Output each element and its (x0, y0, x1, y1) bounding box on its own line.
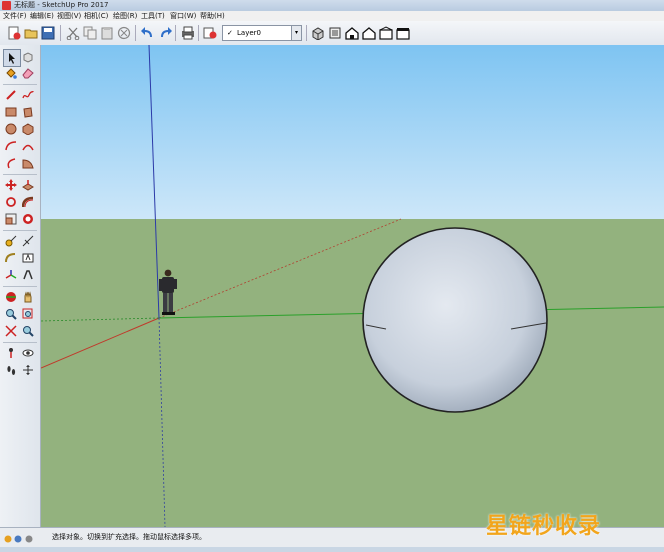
rectangle-icon[interactable] (3, 104, 19, 120)
rotated-rectangle-icon[interactable] (20, 104, 36, 120)
credits-icon (14, 535, 22, 543)
paste-icon[interactable] (98, 24, 115, 41)
menu-tools[interactable]: 工具(T) (141, 11, 165, 21)
sketchup-app-icon[interactable] (2, 1, 11, 10)
look-around-icon[interactable] (20, 345, 36, 361)
tool-palette (0, 45, 41, 527)
orbit-icon[interactable] (3, 289, 19, 305)
polygon-icon[interactable] (20, 121, 36, 137)
tape-measure-icon[interactable] (3, 233, 19, 249)
back-view-icon[interactable] (377, 24, 394, 41)
position-camera-icon[interactable] (3, 345, 19, 361)
layer-dropdown[interactable]: ✓ Layer0 ▾ (222, 25, 302, 41)
palette-separator (3, 342, 37, 343)
walk-footprints-icon[interactable] (3, 362, 19, 378)
window-title: 无标题 - SketchUp Pro 2017 (14, 1, 109, 9)
line-pencil-icon[interactable] (3, 87, 19, 103)
three-point-arc-icon[interactable] (3, 155, 19, 171)
open-folder-icon[interactable] (22, 24, 39, 41)
palette-separator (3, 230, 37, 231)
scene-canvas[interactable] (41, 45, 664, 527)
model-info-icon[interactable] (201, 24, 218, 41)
zoom-icon[interactable] (3, 306, 19, 322)
palette-separator (3, 286, 37, 287)
menu-file[interactable]: 文件(F) (3, 11, 27, 21)
model-viewport[interactable] (41, 45, 664, 527)
watermark-text: 星链秒收录 (486, 514, 602, 539)
text-tool-icon[interactable] (20, 250, 36, 266)
rotate-icon[interactable] (3, 194, 19, 210)
erase-icon[interactable] (115, 24, 132, 41)
section-plane-icon[interactable] (20, 362, 36, 378)
status-text: 选择对象。切换到扩充选择。拖动鼠标选择多项。 (52, 533, 206, 541)
geo-location-icon (4, 535, 12, 543)
copy-icon[interactable] (81, 24, 98, 41)
redo-icon[interactable] (156, 24, 173, 41)
layer-visible-check: ✓ (227, 29, 233, 37)
top-view-icon[interactable] (326, 24, 343, 41)
protractor-icon[interactable] (3, 250, 19, 266)
front-view-icon[interactable] (343, 24, 360, 41)
palette-separator (3, 84, 37, 85)
save-icon[interactable] (39, 24, 56, 41)
title-bar: 无标题 - SketchUp Pro 2017 (0, 0, 664, 11)
left-view-icon[interactable] (394, 24, 411, 41)
menu-help[interactable]: 帮助(H) (200, 11, 225, 21)
make-component-icon[interactable] (20, 49, 36, 65)
status-icons (4, 533, 40, 543)
push-pull-icon[interactable] (20, 177, 36, 193)
menu-bar: 文件(F) 编辑(E) 视图(V) 相机(C) 绘图(R) 工具(T) 窗口(W… (0, 11, 664, 21)
print-icon[interactable] (179, 24, 196, 41)
toolbar-separator (175, 25, 176, 41)
zoom-window-icon[interactable] (20, 306, 36, 322)
follow-me-icon[interactable] (20, 194, 36, 210)
undo-icon[interactable] (139, 24, 156, 41)
cut-icon[interactable] (64, 24, 81, 41)
axes-tool-icon[interactable] (3, 267, 19, 283)
previous-view-icon[interactable] (20, 323, 36, 339)
ground (41, 219, 664, 527)
eraser-icon[interactable] (20, 65, 36, 81)
menu-window[interactable]: 窗口(W) (170, 11, 196, 21)
scale-icon[interactable] (3, 211, 19, 227)
iso-view-icon[interactable] (309, 24, 326, 41)
zoom-extents-icon[interactable] (3, 323, 19, 339)
menu-camera[interactable]: 相机(C) (84, 11, 108, 21)
paint-bucket-icon[interactable] (3, 65, 19, 81)
toolbar-separator (60, 25, 61, 41)
main-toolbar: ✓ Layer0 ▾ (0, 21, 664, 46)
menu-view[interactable]: 视图(V) (57, 11, 81, 21)
circle-icon[interactable] (3, 121, 19, 137)
two-point-arc-icon[interactable] (20, 138, 36, 154)
freehand-icon[interactable] (20, 87, 36, 103)
chevron-down-icon[interactable]: ▾ (291, 26, 301, 40)
palette-separator (3, 174, 37, 175)
3d-text-icon[interactable] (20, 267, 36, 283)
dimension-icon[interactable] (20, 233, 36, 249)
offset-icon[interactable] (20, 211, 36, 227)
move-icon[interactable] (3, 177, 19, 193)
user-account-icon (25, 535, 33, 543)
menu-edit[interactable]: 编辑(E) (30, 11, 54, 21)
toolbar-separator (198, 25, 199, 41)
menu-draw[interactable]: 绘图(R) (113, 11, 137, 21)
sphere[interactable] (362, 227, 548, 413)
sky (41, 45, 664, 219)
right-view-icon[interactable] (360, 24, 377, 41)
toolbar-separator (135, 25, 136, 41)
layer-current-value: Layer0 (237, 29, 261, 37)
toolbar-separator (306, 25, 307, 41)
new-file-icon[interactable] (5, 24, 22, 41)
arc-icon[interactable] (3, 138, 19, 154)
pan-hand-icon[interactable] (20, 289, 36, 305)
pie-icon[interactable] (20, 155, 36, 171)
